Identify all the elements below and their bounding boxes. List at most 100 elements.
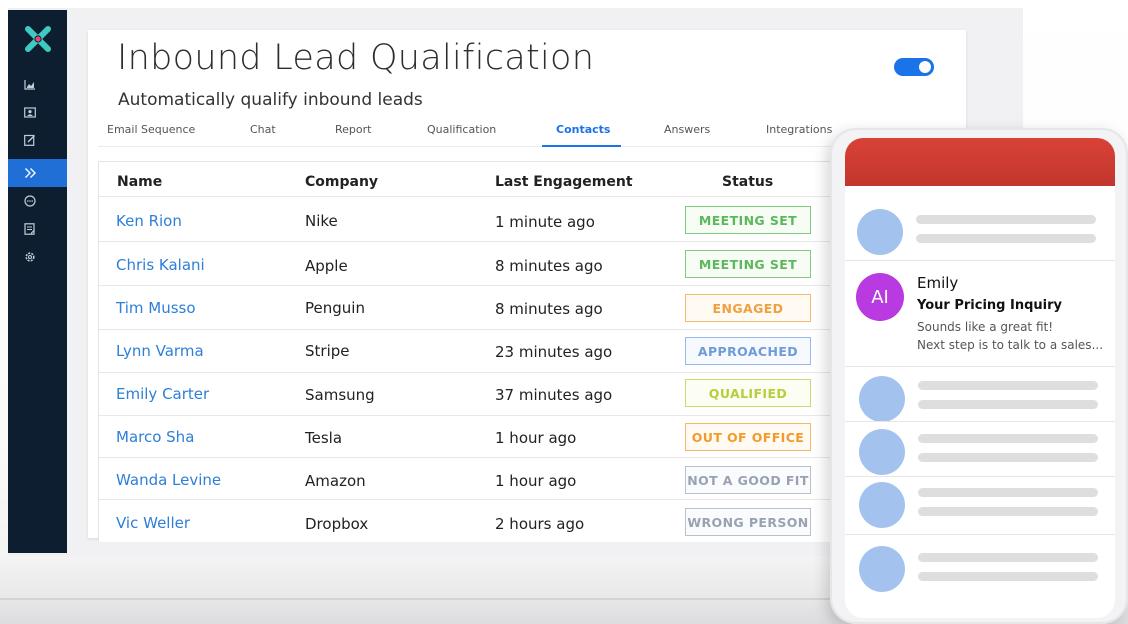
text-placeholder — [918, 400, 1098, 409]
row-divider — [99, 285, 833, 286]
tab-answers[interactable]: Answers — [664, 123, 710, 136]
status-badge: MEETING SET — [685, 206, 811, 234]
tab-email-sequence[interactable]: Email Sequence — [107, 123, 195, 136]
phone-screen: AI Emily Your Pricing Inquiry Sounds lik… — [845, 138, 1115, 618]
tab-qualification[interactable]: Qualification — [427, 123, 496, 136]
last-engagement: 23 minutes ago — [495, 343, 613, 361]
header-divider — [99, 196, 833, 197]
last-engagement: 37 minutes ago — [495, 386, 613, 404]
status-badge: OUT OF OFFICE — [685, 423, 811, 451]
contact-name-link[interactable]: Marco Sha — [116, 428, 194, 446]
contact-name-link[interactable]: Tim Musso — [116, 299, 196, 317]
message-subject: Your Pricing Inquiry — [917, 298, 1062, 313]
sidebar-item-documents[interactable] — [8, 215, 67, 243]
text-placeholder — [918, 453, 1098, 462]
last-engagement: 8 minutes ago — [495, 257, 603, 275]
toggle-knob — [919, 61, 931, 73]
tab-report[interactable]: Report — [335, 123, 371, 136]
contact-card-icon — [24, 106, 36, 118]
page-title: Inbound Lead Qualification — [117, 38, 595, 78]
contact-name-link[interactable]: Vic Weller — [116, 514, 190, 532]
sidebar-item-analytics[interactable] — [8, 70, 67, 98]
auto-qualify-toggle[interactable] — [894, 58, 934, 76]
sidebar — [8, 10, 67, 553]
contact-name-link[interactable]: Chris Kalani — [116, 256, 205, 274]
avatar-placeholder — [859, 482, 905, 528]
gear-icon — [25, 252, 35, 262]
text-placeholder — [918, 553, 1098, 562]
contact-company: Apple — [305, 257, 348, 275]
double-chevron-right-icon — [25, 168, 36, 178]
row-divider — [99, 415, 833, 416]
column-header-status[interactable]: Status — [722, 174, 773, 190]
last-engagement: 8 minutes ago — [495, 300, 603, 318]
text-placeholder — [918, 572, 1098, 581]
chat-bubble-icon — [24, 195, 36, 207]
row-divider — [99, 499, 833, 500]
status-badge: MEETING SET — [685, 250, 811, 278]
list-divider — [845, 534, 1115, 535]
chart-icon — [24, 79, 35, 90]
message-preview-line: Sounds like a great fit! — [917, 320, 1054, 334]
status-badge: QUALIFIED — [685, 379, 811, 407]
contact-name-link[interactable]: Emily Carter — [116, 385, 209, 403]
avatar: AI — [856, 273, 904, 321]
tabs-divider — [98, 146, 838, 147]
message-sender: Emily — [917, 274, 959, 292]
contact-company: Amazon — [305, 472, 366, 490]
status-badge: ENGAGED — [685, 294, 811, 322]
sidebar-item-contacts[interactable] — [8, 98, 67, 126]
text-placeholder — [916, 234, 1096, 243]
text-placeholder — [918, 488, 1098, 497]
avatar-placeholder — [859, 546, 905, 592]
last-engagement: 1 hour ago — [495, 429, 577, 447]
contact-company: Nike — [305, 212, 338, 230]
sidebar-item-chat[interactable] — [8, 187, 67, 215]
avatar-placeholder — [859, 376, 905, 422]
last-engagement: 1 hour ago — [495, 472, 577, 490]
active-tab-indicator — [542, 145, 621, 147]
text-placeholder — [916, 215, 1096, 224]
message-preview-line: Next step is to talk to a sales... — [917, 338, 1104, 352]
tab-contacts[interactable]: Contacts — [556, 123, 610, 136]
sidebar-item-edit[interactable] — [8, 126, 67, 154]
row-divider — [99, 457, 833, 458]
row-divider — [99, 372, 833, 373]
contact-company: Penguin — [305, 299, 365, 317]
status-badge: APPROACHED — [685, 337, 811, 365]
column-header-last-engagement[interactable]: Last Engagement — [495, 174, 633, 190]
document-icon — [24, 223, 35, 235]
page-subtitle: Automatically qualify inbound leads — [118, 90, 423, 110]
contact-company: Tesla — [305, 429, 343, 447]
contact-name-link[interactable]: Ken Rion — [116, 212, 182, 230]
sidebar-item-settings[interactable] — [8, 243, 67, 271]
contact-company: Dropbox — [305, 515, 369, 533]
list-divider — [845, 366, 1115, 367]
contact-name-link[interactable]: Lynn Varma — [116, 342, 204, 360]
edit-icon — [24, 134, 35, 146]
text-placeholder — [918, 381, 1098, 390]
last-engagement: 2 hours ago — [495, 515, 585, 533]
column-header-company[interactable]: Company — [305, 174, 378, 190]
contact-company: Stripe — [305, 342, 350, 360]
contact-company: Samsung — [305, 386, 375, 404]
avatar-placeholder — [859, 429, 905, 475]
status-badge: WRONG PERSON — [685, 508, 811, 536]
phone-app-header — [845, 138, 1115, 186]
sidebar-item-sequences[interactable] — [8, 159, 67, 187]
text-placeholder — [918, 434, 1098, 443]
column-header-name[interactable]: Name — [117, 174, 162, 190]
status-badge: NOT A GOOD FIT — [685, 466, 811, 494]
contact-name-link[interactable]: Wanda Levine — [116, 471, 221, 489]
row-divider — [99, 241, 833, 242]
list-divider — [845, 421, 1115, 422]
avatar-placeholder — [857, 209, 903, 255]
list-divider — [845, 260, 1115, 261]
row-divider — [99, 329, 833, 330]
text-placeholder — [918, 507, 1098, 516]
last-engagement: 1 minute ago — [495, 213, 595, 231]
tab-chat[interactable]: Chat — [250, 123, 276, 136]
tab-integrations[interactable]: Integrations — [766, 123, 832, 136]
list-divider — [845, 476, 1115, 477]
app-logo-icon[interactable] — [23, 24, 53, 54]
